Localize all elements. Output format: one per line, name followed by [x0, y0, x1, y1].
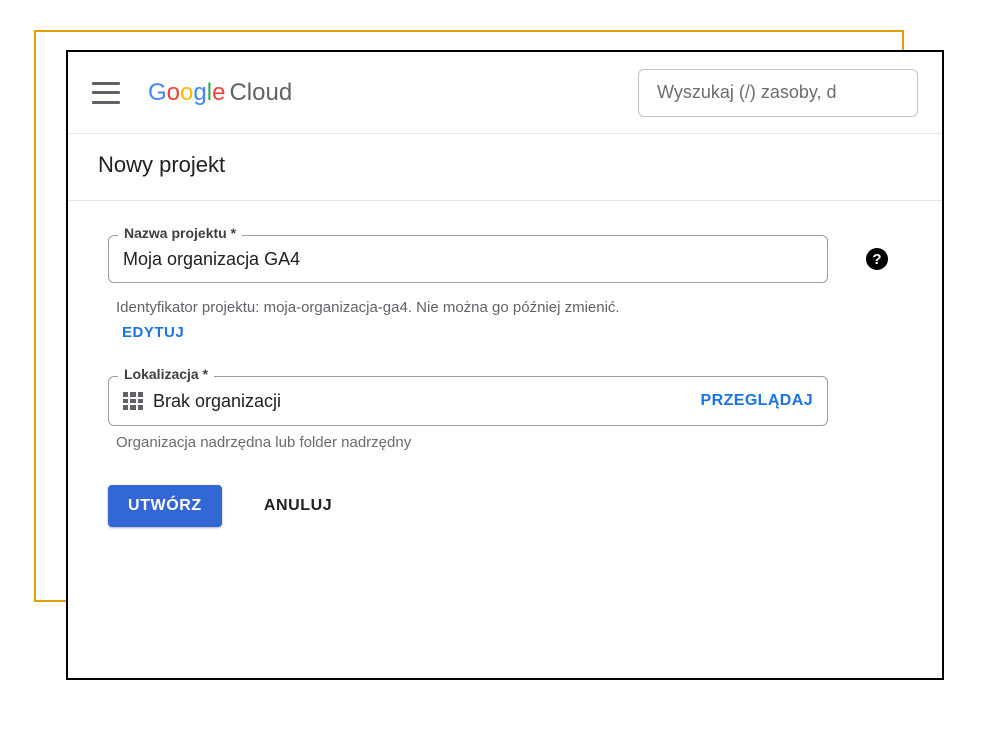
project-name-label: Nazwa projektu *: [118, 225, 242, 241]
organization-icon: [123, 392, 143, 410]
search-placeholder-text: Wyszukaj (/) zasoby, d: [657, 82, 837, 103]
cloud-console-window: GoogleCloud Wyszukaj (/) zasoby, d Nowy …: [66, 50, 944, 680]
project-id-prefix: Identyfikator projektu:: [116, 299, 264, 316]
page-title: Nowy projekt: [68, 134, 942, 201]
create-button[interactable]: UTWÓRZ: [108, 485, 222, 527]
search-input[interactable]: Wyszukaj (/) zasoby, d: [638, 69, 918, 117]
cancel-button[interactable]: ANULUJ: [260, 485, 337, 527]
project-id-helper: Identyfikator projektu: moja-organizacja…: [108, 289, 902, 318]
location-label: Lokalizacja *: [118, 366, 214, 382]
location-value: Brak organizacji: [153, 391, 281, 412]
help-icon[interactable]: ?: [866, 248, 888, 270]
edit-project-id-button[interactable]: EDYTUJ: [108, 318, 184, 341]
location-field: Lokalizacja * Brak organizacji PRZEGLĄDA…: [108, 376, 902, 426]
hamburger-menu-icon[interactable]: [92, 82, 120, 104]
project-id-value: moja-organizacja-ga4: [264, 299, 408, 316]
logo-cloud-text: Cloud: [229, 79, 292, 106]
project-id-suffix: . Nie można go później zmienić.: [408, 299, 620, 316]
google-cloud-logo[interactable]: GoogleCloud: [148, 79, 292, 107]
location-helper: Organizacja nadrzędna lub folder nadrzęd…: [108, 426, 902, 451]
action-buttons: UTWÓRZ ANULUJ: [108, 485, 902, 527]
top-bar: GoogleCloud Wyszukaj (/) zasoby, d: [68, 52, 942, 134]
browse-location-button[interactable]: PRZEGLĄDAJ: [701, 392, 813, 410]
location-input[interactable]: Brak organizacji PRZEGLĄDAJ: [108, 376, 828, 426]
project-name-input[interactable]: [108, 235, 828, 283]
project-name-field: Nazwa projektu * ?: [108, 235, 902, 283]
new-project-form: Nazwa projektu * ? Identyfikator projekt…: [68, 201, 942, 537]
